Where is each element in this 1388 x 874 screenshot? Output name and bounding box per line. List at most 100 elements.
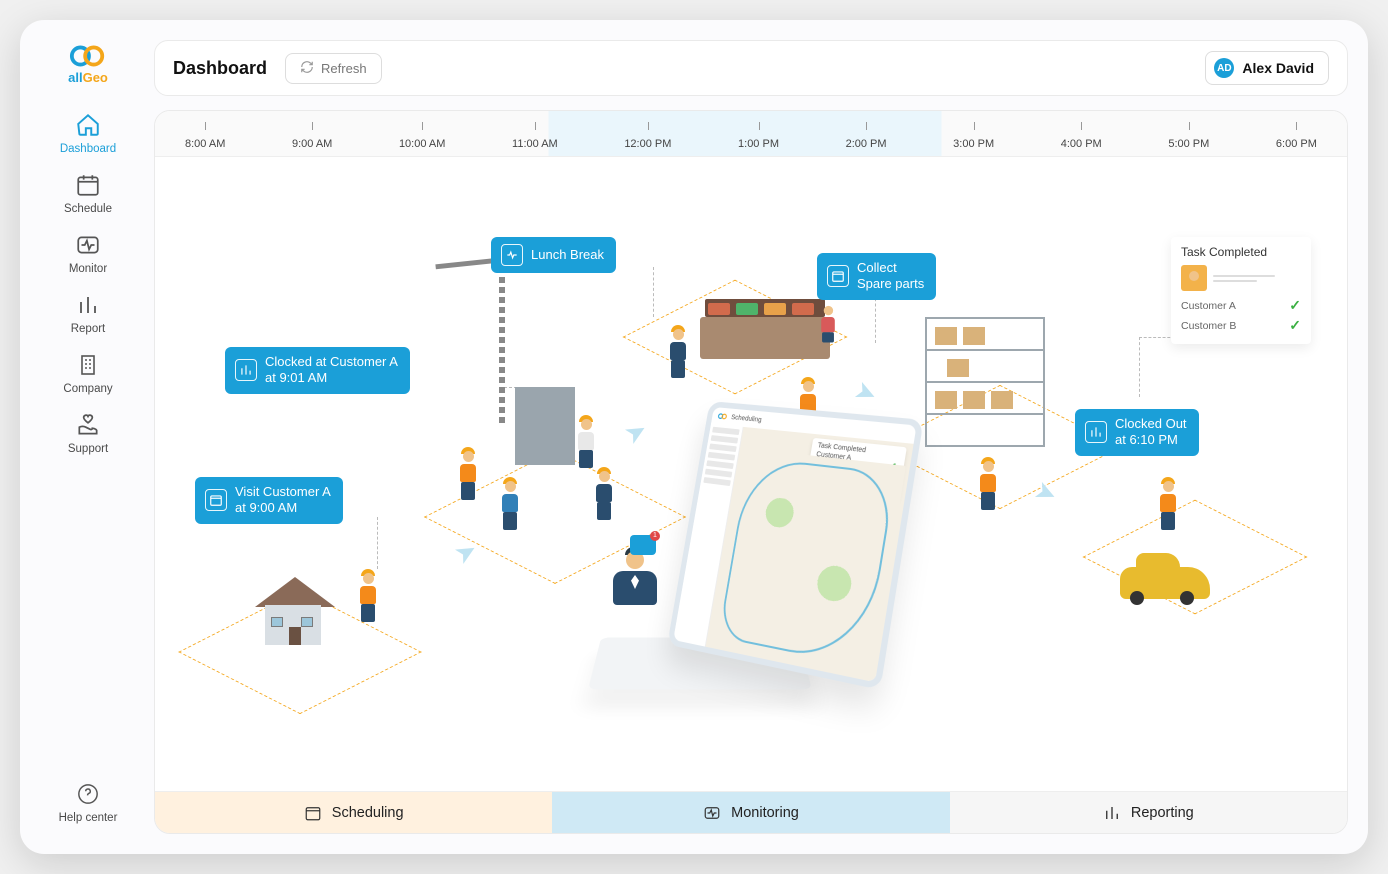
bar-chart-icon [74, 291, 102, 319]
section-label: Scheduling [332, 805, 404, 821]
sidebar-item-schedule[interactable]: Schedule [40, 171, 136, 215]
sidebar: allGeo Dashboard Schedule Monitor [40, 40, 136, 834]
section-label: Monitoring [731, 805, 799, 821]
brand-logo: allGeo [68, 44, 108, 85]
sidebar-item-monitor[interactable]: Monitor [40, 231, 136, 275]
tag-line: Spare parts [857, 276, 924, 292]
tag-collect-parts: Collect Spare parts [817, 253, 936, 300]
tablet-header: Scheduling [731, 414, 762, 423]
manager-illustration [613, 547, 657, 605]
section-scheduling[interactable]: Scheduling [155, 792, 552, 833]
user-name: Alex David [1242, 60, 1314, 76]
tablet-illustration: Scheduling Task Completed Customer A✓ Cu… [667, 401, 924, 690]
home-icon [74, 111, 102, 139]
map-illustration [710, 448, 906, 677]
worker-illustration [573, 415, 599, 467]
section-bar: Scheduling Monitoring Reporting [155, 791, 1347, 833]
timeline-tick: 5:00 PM [1168, 138, 1209, 150]
tag-line: at 9:01 AM [265, 370, 398, 386]
sidebar-item-dashboard[interactable]: Dashboard [40, 111, 136, 155]
question-icon [74, 780, 102, 808]
hand-heart-icon [74, 411, 102, 439]
cashier-illustration [817, 306, 839, 350]
connector [1139, 337, 1140, 397]
sidebar-item-label: Company [63, 383, 112, 395]
connector [653, 267, 654, 317]
sidebar-item-support[interactable]: Support [40, 411, 136, 455]
topbar: Dashboard Refresh AD Alex David [154, 40, 1348, 96]
task-card-title: Task Completed [1181, 245, 1301, 259]
worker-carrying-box-illustration [975, 457, 1001, 509]
tag-line: at 9:00 AM [235, 500, 331, 516]
bar-chart-icon [1103, 804, 1121, 822]
refresh-label: Refresh [321, 61, 367, 76]
check-icon: ✓ [1289, 297, 1301, 314]
main-column: Dashboard Refresh AD Alex David 8:00 AM … [154, 40, 1348, 834]
connector [875, 293, 876, 343]
sidebar-item-report[interactable]: Report [40, 291, 136, 335]
task-card-avatar [1181, 265, 1207, 291]
worker-illustration [591, 467, 617, 519]
check-icon: ✓ [1289, 317, 1301, 334]
cafeteria-illustration [700, 317, 830, 359]
page-title: Dashboard [173, 58, 267, 79]
worker-illustration [1155, 477, 1181, 529]
timeline-tick: 1:00 PM [738, 138, 779, 150]
heartbeat-icon [703, 804, 721, 822]
calendar-icon [827, 265, 849, 287]
sidebar-item-label: Help center [59, 812, 118, 824]
worker-illustration [665, 325, 691, 377]
task-row-label: Customer A [1181, 300, 1236, 312]
sidebar-item-company[interactable]: Company [40, 351, 136, 395]
tag-clocked-in: Clocked at Customer A at 9:01 AM [225, 347, 410, 394]
section-reporting[interactable]: Reporting [950, 792, 1347, 833]
timeline-tick: 11:00 AM [512, 138, 558, 150]
arrow-icon: ➤ [619, 414, 653, 452]
sidebar-item-label: Report [71, 323, 106, 335]
timeline-tick: 10:00 AM [399, 138, 445, 150]
content-card: 8:00 AM 9:00 AM 10:00 AM 11:00 AM 12:00 … [154, 110, 1348, 834]
bar-chart-icon [235, 359, 257, 381]
tag-line: Visit Customer A [235, 484, 331, 500]
heartbeat-icon [74, 231, 102, 259]
brand-logo-mark [69, 44, 107, 68]
tag-line: Clocked Out [1115, 416, 1187, 432]
bar-chart-icon [1085, 421, 1107, 443]
user-chip[interactable]: AD Alex David [1205, 51, 1329, 85]
task-completed-card: Task Completed Customer A ✓ Customer B ✓ [1171, 237, 1311, 344]
section-monitoring[interactable]: Monitoring [552, 792, 949, 833]
tag-visit-customer: Visit Customer A at 9:00 AM [195, 477, 343, 524]
tag-line: at 6:10 PM [1115, 432, 1187, 448]
sidebar-item-help[interactable]: Help center [59, 780, 118, 824]
sidebar-item-label: Schedule [64, 203, 112, 215]
refresh-icon [300, 60, 314, 77]
sidebar-nav: Dashboard Schedule Monitor Report [40, 111, 136, 455]
tag-lunch-break: Lunch Break [491, 237, 616, 273]
workflow-canvas: ➤ ➤ ➤ ➤ [155, 157, 1347, 791]
connector [377, 517, 378, 569]
app-window: allGeo Dashboard Schedule Monitor [20, 20, 1368, 854]
task-row-label: Customer B [1181, 320, 1236, 332]
heartbeat-icon [501, 244, 523, 266]
timeline-ruler: 8:00 AM 9:00 AM 10:00 AM 11:00 AM 12:00 … [155, 111, 1347, 157]
tag-clocked-out: Clocked Out at 6:10 PM [1075, 409, 1199, 456]
warehouse-rack-illustration [925, 317, 1045, 447]
house-illustration [255, 577, 335, 645]
timeline-tick: 6:00 PM [1276, 138, 1317, 150]
sidebar-item-label: Dashboard [60, 143, 116, 155]
brand-logo-text: allGeo [68, 70, 108, 85]
sidebar-item-label: Support [68, 443, 108, 455]
refresh-button[interactable]: Refresh [285, 53, 382, 84]
tag-line: Collect [857, 260, 924, 276]
tag-line: Clocked at Customer A [265, 354, 398, 370]
timeline-tick: 9:00 AM [292, 138, 332, 150]
notification-badge: 1 [650, 531, 660, 541]
user-avatar: AD [1214, 58, 1234, 78]
arrow-icon: ➤ [849, 374, 882, 411]
worker-illustration [355, 569, 381, 621]
section-label: Reporting [1131, 805, 1194, 821]
worker-illustration [497, 477, 523, 529]
car-illustration [1120, 567, 1210, 599]
connector [1139, 337, 1175, 338]
worker-illustration [455, 447, 481, 499]
